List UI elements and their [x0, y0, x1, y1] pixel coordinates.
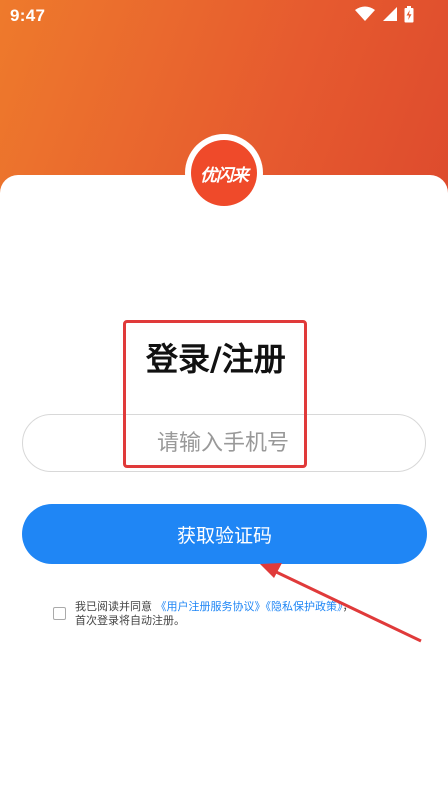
wifi-icon	[355, 6, 376, 21]
status-bar: 9:47	[0, 0, 448, 32]
agreement-checkbox[interactable]	[53, 607, 66, 620]
phone-field[interactable]	[22, 414, 426, 472]
page-title: 登录/注册	[146, 340, 286, 378]
agreement-text: 我已阅读并同意 《用户注册服务协议》《隐私保护政策》， 首次登录将自动注册。	[75, 600, 415, 628]
get-verification-code-label: 获取验证码	[176, 524, 272, 547]
status-icons	[353, 6, 414, 24]
privacy-policy-link[interactable]: 《隐私保护政策》	[266, 600, 343, 613]
status-time: 9:47	[10, 6, 46, 25]
agreement-comma: ，	[342, 600, 354, 613]
app-logo: 优闪来	[191, 140, 257, 206]
cellular-signal-icon	[382, 7, 397, 21]
agreement-suffix: 首次登录将自动注册。	[75, 614, 185, 627]
get-verification-code-button[interactable]: 获取验证码	[22, 504, 427, 564]
phone-input[interactable]	[23, 415, 425, 471]
battery-charging-icon	[404, 6, 414, 23]
user-agreement-link[interactable]: 《用户注册服务协议》	[156, 600, 266, 613]
app-logo-text: 优闪来	[200, 165, 249, 186]
login-card	[0, 175, 448, 796]
agreement-prefix: 我已阅读并同意	[75, 600, 156, 613]
